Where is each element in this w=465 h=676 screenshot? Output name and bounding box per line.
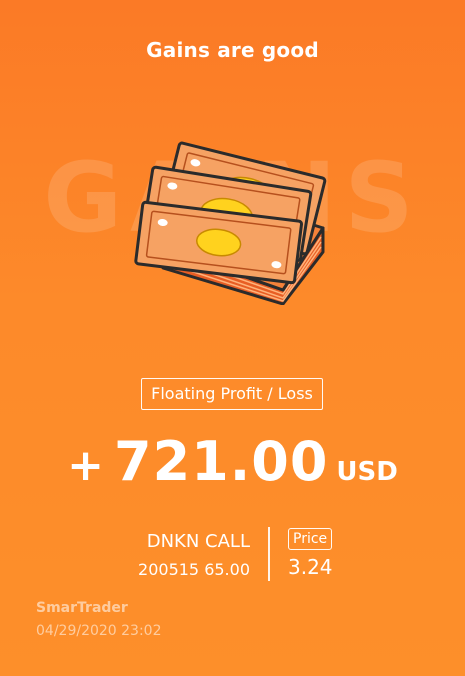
share-card: Gains are good GAINS bbox=[0, 0, 465, 676]
pnl-sign: + bbox=[67, 440, 105, 491]
floating-pnl-label: Floating Profit / Loss bbox=[141, 378, 323, 410]
vertical-divider bbox=[268, 527, 270, 581]
pnl-value: 721.00 bbox=[114, 430, 329, 493]
instrument-info: DNKN CALL 200515 65.00 bbox=[138, 531, 250, 580]
timestamp: 04/29/2020 23:02 bbox=[36, 623, 162, 639]
price-value: 3.24 bbox=[288, 555, 333, 579]
price-label: Price bbox=[288, 528, 333, 550]
headline: Gains are good bbox=[146, 38, 319, 62]
brand-name: SmarTrader bbox=[36, 600, 128, 616]
cash-stack-icon bbox=[134, 141, 327, 305]
pnl-amount: +721.00 USD bbox=[0, 430, 465, 493]
instrument-name: DNKN CALL bbox=[146, 531, 250, 552]
price-info: Price 3.24 bbox=[288, 528, 333, 579]
pnl-currency: USD bbox=[336, 457, 398, 487]
instrument-detail: 200515 65.00 bbox=[138, 560, 250, 579]
